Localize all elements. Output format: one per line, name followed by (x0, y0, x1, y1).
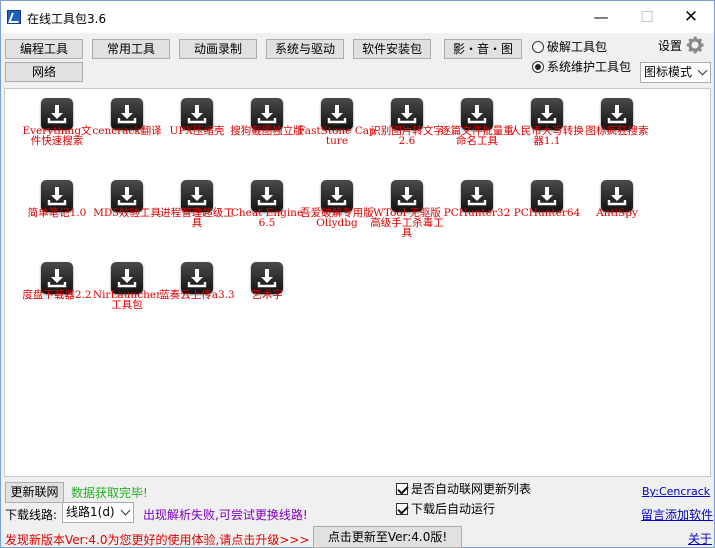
route-label: 下载线路: (5, 508, 58, 522)
tool-label: 进程管理超级工具 (160, 207, 234, 229)
tool-item[interactable]: 简单笔记1.0 (22, 174, 92, 246)
tool-label: 识别图片转文字2.6 (370, 125, 444, 147)
auto-update-checkbox[interactable]: 是否自动联网更新列表 (396, 480, 531, 497)
tool-label: WTool 无驱版高级手工杀毒工具 (370, 207, 444, 239)
chevron-down-icon (120, 505, 131, 516)
tool-label: Cheat Engine6.5 (230, 207, 304, 229)
app-icon (7, 10, 21, 24)
feedback-link[interactable]: 留言添加软件 (641, 506, 713, 523)
tool-label: 简单笔记1.0 (27, 207, 87, 219)
route-value: 线路1(d) (66, 505, 115, 519)
view-mode-value: 图标模式 (644, 65, 693, 79)
category-media-button[interactable]: 影・音・图 (444, 39, 522, 59)
tool-label: Everything文件快速搜索 (22, 125, 92, 147)
close-button[interactable]: ✕ (668, 1, 714, 33)
gear-icon[interactable] (684, 34, 706, 56)
title-bar[interactable]: 在线工具包3.6 — ☐ ✕ (1, 1, 714, 33)
tool-grid: Everything文件快速搜索 cencrack翻译 UPX压缩壳 搜狗截图独立版 F… (4, 88, 711, 477)
tool-item[interactable]: 搜狗截图独立版 (230, 92, 304, 164)
tool-item[interactable]: 图标疯狂搜索 (582, 92, 652, 164)
status-text: 数据获取完毕! (71, 486, 148, 500)
auto-update-label: 是否自动联网更新列表 (411, 482, 532, 496)
tool-item[interactable]: WTool 无驱版高级手工杀毒工具 (370, 174, 444, 246)
about-link[interactable]: 关于 (688, 530, 712, 547)
auto-run-checkbox[interactable]: 下载后自动运行 (396, 500, 495, 517)
tool-label: 蓝奏云上传a3.3 (159, 289, 235, 301)
radio-maintenance-label: 系统维护工具包 (547, 60, 632, 74)
view-mode-select[interactable]: 图标模式 (640, 62, 711, 83)
tool-label: FastStone Capture (298, 125, 376, 147)
tool-item[interactable]: 识别图片转文字2.6 (370, 92, 444, 164)
route-hint: 出现解析失败,可尝试更换线路! (143, 508, 308, 522)
radio-maintenance-tools[interactable]: 系统维护工具包 (532, 58, 631, 75)
tool-label: 人民币大写转换器1.1 (510, 125, 584, 147)
tool-label: 艺术字 (251, 289, 283, 301)
tool-item[interactable]: 进程管理超级工具 (160, 174, 234, 246)
tool-item[interactable]: 艺术字 (232, 256, 302, 328)
category-system-button[interactable]: 系统与驱动 (266, 39, 344, 59)
radio-crack-label: 破解工具包 (547, 40, 608, 54)
tool-label: NirLauncher工具包 (92, 289, 162, 311)
tool-item[interactable]: 度盘下载器2.2 (22, 256, 92, 328)
tool-item[interactable]: 人民币大写转换器1.1 (510, 92, 584, 164)
tool-item[interactable]: MD5效验工具 (92, 174, 162, 246)
tool-item[interactable]: NirLauncher工具包 (92, 256, 162, 328)
tool-label: 吾爱破解专用版Ollydbg (300, 207, 374, 229)
radio-crack-tools[interactable]: 破解工具包 (532, 38, 607, 55)
auto-run-checkbox-box[interactable] (396, 503, 408, 515)
settings-label[interactable]: 设置 (658, 37, 682, 54)
main-window: 在线工具包3.6 — ☐ ✕ 编程工具 常用工具 动画录制 系统与驱动 软件安装… (0, 0, 715, 548)
chevron-down-icon (697, 65, 708, 76)
radio-crack-indicator[interactable] (532, 41, 544, 53)
tool-label: AntiSpy (596, 207, 638, 219)
minimize-button[interactable]: — (578, 1, 624, 33)
tool-label: UPX压缩壳 (169, 125, 225, 137)
tool-item[interactable]: FastStone Capture (298, 92, 376, 164)
tool-label: PCHunter32 (443, 207, 511, 219)
tool-item[interactable]: cencrack翻译 (92, 92, 162, 164)
upgrade-notice: 发现新版本Ver:4.0为您更好的使用体验,请点击升级>>> (5, 533, 310, 547)
tool-item[interactable]: 逐篇文件批量重命名工具 (440, 92, 514, 164)
author-link[interactable]: By:Cencrack (642, 485, 710, 498)
route-select[interactable]: 线路1(d) (62, 502, 134, 523)
auto-run-label: 下载后自动运行 (411, 502, 496, 516)
category-network-button[interactable]: 网络 (5, 62, 83, 82)
tool-item[interactable]: PCHunter32 (442, 174, 512, 246)
maximize-button[interactable]: ☐ (624, 1, 670, 33)
tool-item[interactable]: UPX压缩壳 (162, 92, 232, 164)
tool-item[interactable]: PCHunter64 (512, 174, 582, 246)
category-common-button[interactable]: 常用工具 (92, 39, 170, 59)
tool-item[interactable]: 蓝奏云上传a3.3 (159, 256, 235, 328)
tool-label: PCHunter64 (513, 207, 581, 219)
upgrade-button[interactable]: 点击更新至Ver:4.0版! (313, 526, 462, 548)
tool-label: 图标疯狂搜索 (585, 125, 649, 137)
category-programming-button[interactable]: 编程工具 (5, 39, 83, 59)
refresh-network-button[interactable]: 更新联网 (5, 482, 64, 503)
radio-maintenance-indicator[interactable] (532, 61, 544, 73)
category-installers-button[interactable]: 软件安装包 (353, 39, 431, 59)
tool-label: cencrack翻译 (92, 125, 162, 137)
auto-update-checkbox-box[interactable] (396, 483, 408, 495)
tool-item[interactable]: AntiSpy (582, 174, 652, 246)
tool-item[interactable]: Cheat Engine6.5 (231, 174, 303, 246)
tool-item[interactable]: Everything文件快速搜索 (22, 92, 92, 164)
tool-label: 度盘下载器2.2 (22, 289, 92, 301)
category-recording-button[interactable]: 动画录制 (179, 39, 257, 59)
tool-label: 逐篇文件批量重命名工具 (440, 125, 514, 147)
tool-label: 搜狗截图独立版 (230, 125, 304, 137)
tool-label: MD5效验工具 (93, 207, 161, 219)
tool-item[interactable]: 吾爱破解专用版Ollydbg (300, 174, 374, 246)
window-title: 在线工具包3.6 (27, 12, 107, 26)
